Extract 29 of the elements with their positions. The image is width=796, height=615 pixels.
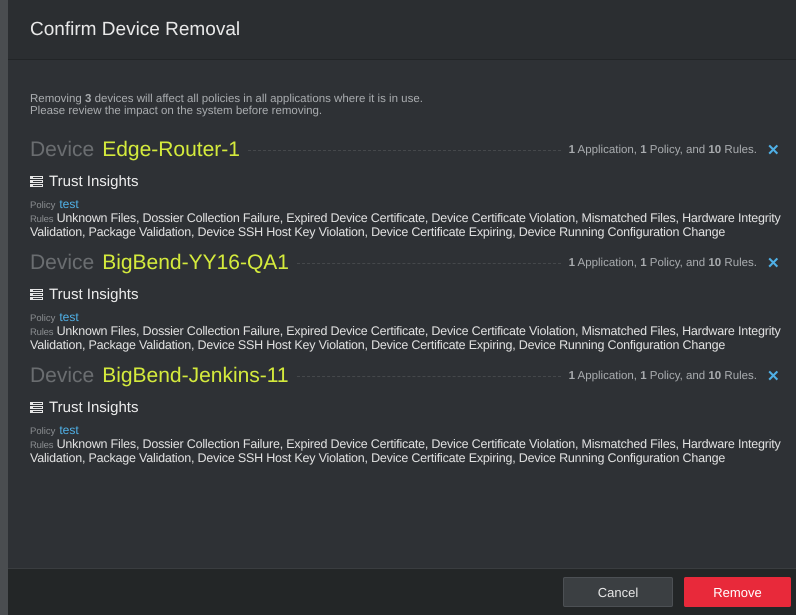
- rules-text: Rules Unknown Files, Dossier Collection Failure, Expired Device Certificate, Device Certificate Violation, Mismatched Files, Hardware Integrity Validation, Package Validation, Device SSH Host Key Violation, Device Certificate Expiring, Device Running Configuration Change: [30, 212, 782, 238]
- intro-text: Removing 3 devices will affect all policies in all applications where it is in use.: [30, 93, 424, 105]
- list-icon: [30, 289, 43, 300]
- device-label: Device: [30, 138, 94, 162]
- impact-summary: 1 Application, 1 Policy, and 10 Rules.: [568, 370, 757, 382]
- device-name: BigBend-Jenkins-11: [102, 364, 289, 388]
- policy-label: Policy: [30, 313, 56, 325]
- rules-text: Rules Unknown Files, Dossier Collection Failure, Expired Device Certificate, Device Certificate Violation, Mismatched Files, Hardware Integrity Validation, Package Validation, Device SSH Host Key Violation, Device Certificate Expiring, Device Running Configuration Change: [30, 438, 782, 464]
- device-label: Device: [30, 251, 94, 275]
- application-name: Trust Insights: [49, 286, 138, 303]
- impact-summary: 1 Application, 1 Policy, and 10 Rules.: [568, 257, 757, 269]
- policy-link[interactable]: test: [59, 198, 79, 210]
- policy-link[interactable]: test: [59, 424, 79, 436]
- policy-label: Policy: [30, 200, 56, 212]
- list-icon: [30, 402, 43, 413]
- cancel-button[interactable]: Cancel: [563, 577, 673, 607]
- rules-text: Rules Unknown Files, Dossier Collection Failure, Expired Device Certificate, Device Certificate Violation, Mismatched Files, Hardware Integrity Validation, Package Validation, Device SSH Host Key Violation, Device Certificate Expiring, Device Running Configuration Change: [30, 325, 782, 351]
- policy-label: Policy: [30, 426, 56, 438]
- intro-text: Please review the impact on the system before removing.: [30, 105, 324, 117]
- list-icon: [30, 176, 43, 187]
- remove-button[interactable]: Remove: [684, 577, 791, 607]
- device-name: BigBend-YY16-QA1: [102, 251, 289, 275]
- dialog-title: Confirm Device Removal: [30, 18, 240, 40]
- policy-link[interactable]: test: [59, 311, 79, 323]
- device-name: Edge-Router-1: [102, 138, 240, 162]
- impact-summary: 1 Application, 1 Policy, and 10 Rules.: [568, 144, 757, 156]
- application-name: Trust Insights: [49, 399, 138, 416]
- application-name: Trust Insights: [49, 173, 138, 190]
- device-label: Device: [30, 364, 94, 388]
